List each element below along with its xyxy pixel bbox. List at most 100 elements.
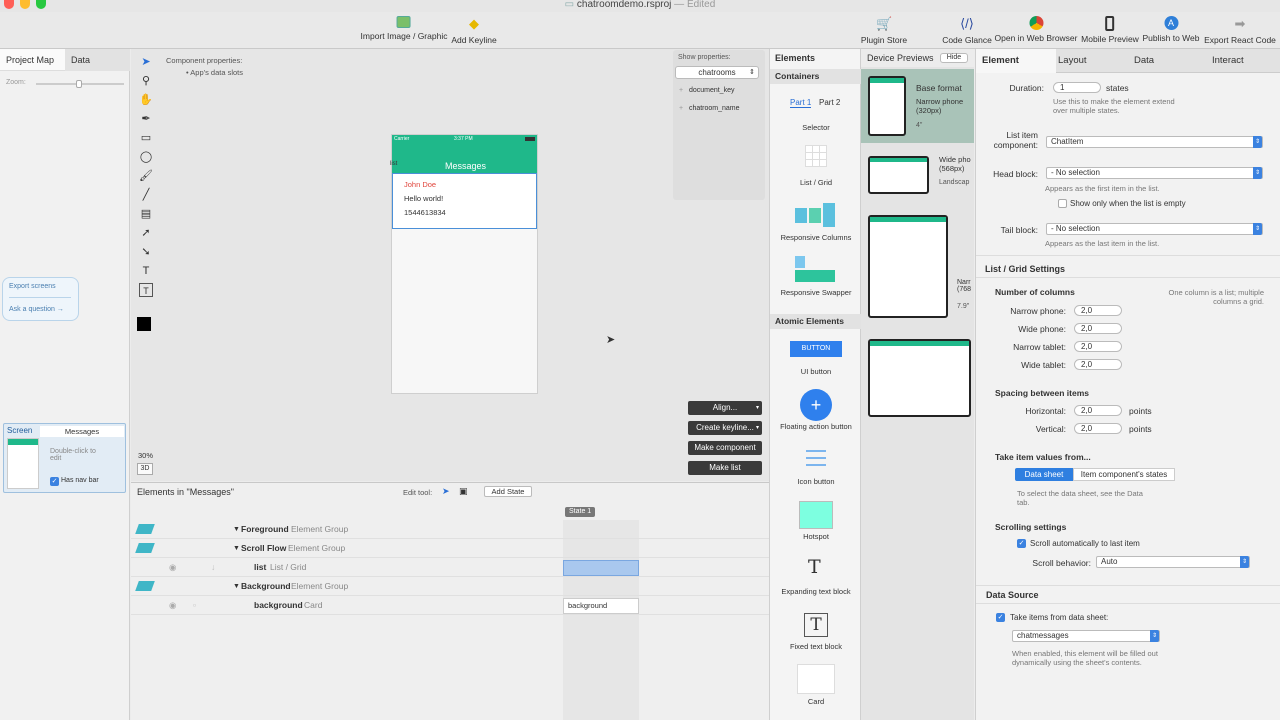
film-icon[interactable]: ▣: [459, 486, 468, 497]
list-item-chat[interactable]: John Doe Hello world! 1544613834: [392, 173, 537, 229]
foreground-color-swatch[interactable]: [137, 317, 151, 331]
fixed-text-element[interactable]: Fixed text block: [770, 642, 862, 651]
menu-icon[interactable]: [806, 450, 826, 466]
scroll-behavior-select[interactable]: Auto ⇕: [1096, 556, 1250, 568]
disclosure-icon[interactable]: ▼: [233, 520, 240, 539]
export-react-button[interactable]: ➡ Export React Code: [1204, 16, 1276, 45]
layer-row[interactable]: ▼ Scroll Flow Element Group: [131, 539, 769, 558]
eye-icon[interactable]: ◉: [169, 596, 176, 615]
base-format-preview[interactable]: Base format Narrow phone (320px) 4": [861, 69, 974, 143]
sheet-select[interactable]: chatrooms ⇕: [675, 66, 759, 79]
disclosure-icon[interactable]: ▼: [233, 577, 240, 596]
ellipse-tool-icon[interactable]: ◯: [139, 150, 153, 164]
tail-block-select[interactable]: - No selection ⇕: [1046, 223, 1263, 235]
make-component-button[interactable]: Make component: [688, 441, 762, 455]
3d-toggle[interactable]: 3D: [137, 463, 153, 475]
expanding-text-element[interactable]: Expanding text block: [770, 587, 862, 596]
data-sheet-segment[interactable]: Data sheet: [1015, 468, 1073, 481]
text-tool-icon[interactable]: T: [139, 264, 153, 278]
zoom-window-button[interactable]: [36, 0, 46, 9]
code-glance-button[interactable]: ⟨/⟩ Code Glance: [942, 16, 992, 45]
field-row[interactable]: + chatroom_name: [679, 105, 740, 112]
card-element[interactable]: Card: [770, 697, 862, 706]
horizontal-stepper[interactable]: 2,0: [1074, 405, 1122, 416]
layer-row[interactable]: ◉ ↓ list List / Grid: [131, 558, 769, 577]
disclosure-icon[interactable]: ▼: [233, 539, 240, 558]
head-block-select[interactable]: - No selection ⇕: [1046, 167, 1263, 179]
import-image-button[interactable]: Import Image / Graphic: [361, 16, 447, 41]
narrow-tablet-stepper[interactable]: 2,0: [1074, 341, 1122, 352]
arrow-down-icon[interactable]: ↓: [211, 558, 215, 577]
ask-question-link[interactable]: Ask a question →: [9, 306, 64, 313]
wide-phone-preview[interactable]: [868, 156, 929, 194]
wide-tablet-preview[interactable]: [868, 339, 971, 417]
fixed-text-tool-icon[interactable]: T: [139, 283, 153, 297]
line-tool-icon[interactable]: ╱: [139, 188, 153, 202]
hotspot-icon[interactable]: [799, 501, 833, 529]
sheet-select[interactable]: chatmessages ⇕: [1012, 630, 1160, 642]
make-list-button[interactable]: Make list: [688, 461, 762, 475]
tab-data[interactable]: Data: [65, 49, 130, 71]
pen-tool-icon[interactable]: ✒: [139, 112, 153, 126]
plugin-store-button[interactable]: 🛒 Plugin Store: [861, 16, 907, 45]
wide-tablet-stepper[interactable]: 2,0: [1074, 359, 1122, 370]
selector-element[interactable]: Selector: [770, 123, 862, 132]
wide-phone-stepper[interactable]: 2,0: [1074, 323, 1122, 334]
open-web-browser-button[interactable]: Open in Web Browser: [995, 16, 1078, 43]
select-plus-tool-icon[interactable]: ➚: [139, 226, 153, 240]
icon-button-element[interactable]: Icon button: [770, 477, 862, 486]
duration-stepper[interactable]: 1: [1053, 82, 1101, 93]
has-nav-bar-checkbox[interactable]: ✓: [50, 477, 59, 486]
zoom-slider-thumb[interactable]: [76, 80, 82, 88]
only-empty-checkbox[interactable]: [1058, 199, 1067, 208]
responsive-swapper-element[interactable]: Responsive Swapper: [770, 288, 862, 297]
hide-button[interactable]: Hide: [940, 53, 968, 63]
hand-tool-icon[interactable]: ✋: [139, 93, 153, 107]
responsive-columns-element[interactable]: Responsive Columns: [770, 233, 862, 242]
mobile-preview-button[interactable]: Mobile Preview: [1081, 16, 1139, 44]
take-items-checkbox[interactable]: ✓: [996, 613, 1005, 622]
tab-layout[interactable]: Layout: [1058, 49, 1087, 73]
pointer-icon[interactable]: ➤: [442, 486, 450, 497]
background-chip[interactable]: background: [563, 598, 639, 614]
fab-plus-icon[interactable]: +: [800, 389, 832, 421]
state-label[interactable]: State 1: [565, 507, 596, 517]
responsive-swapper-icon[interactable]: [795, 256, 837, 284]
ui-button-element[interactable]: UI button: [770, 367, 862, 376]
eye-icon[interactable]: ◉: [169, 558, 176, 577]
card-icon[interactable]: [797, 664, 835, 694]
tab-part2[interactable]: Part 2: [819, 98, 840, 107]
ui-button-preview[interactable]: BUTTON: [790, 341, 842, 357]
hotspot-element[interactable]: Hotspot: [770, 532, 862, 541]
responsive-columns-icon[interactable]: [795, 203, 837, 227]
screen-name-field[interactable]: Messages: [40, 426, 124, 437]
layer-row[interactable]: ◉ ▫ background Card background: [131, 596, 769, 615]
item-states-segment[interactable]: Item component's states: [1073, 468, 1175, 481]
create-keyline-button[interactable]: Create keyline... ▾: [688, 421, 762, 435]
tab-interact[interactable]: Interact: [1212, 49, 1244, 73]
eyedropper-tool-icon[interactable]: ⚲: [139, 74, 153, 88]
list-state-block[interactable]: [563, 560, 639, 576]
layer-row[interactable]: ▼ Background Element Group: [131, 577, 769, 596]
minimize-window-button[interactable]: [20, 0, 30, 9]
add-keyline-button[interactable]: ◆ Add Keyline: [451, 16, 496, 45]
export-screens-link[interactable]: Export screens: [9, 283, 56, 290]
narrow-tablet-preview[interactable]: [868, 215, 948, 318]
add-state-button[interactable]: Add State: [484, 486, 532, 497]
lock-icon[interactable]: ▫: [193, 596, 196, 615]
expanding-text-icon[interactable]: T: [808, 556, 821, 578]
narrow-phone-stepper[interactable]: 2,0: [1074, 305, 1122, 316]
screen-thumbnail[interactable]: [7, 438, 39, 489]
list-grid-element[interactable]: List / Grid: [770, 178, 862, 187]
phone-artboard[interactable]: Carrier 3:37 PM Messages list John Doe H…: [390, 134, 538, 394]
fixed-text-icon[interactable]: T: [804, 613, 828, 637]
tab-data[interactable]: Data: [1134, 49, 1154, 73]
gradient-tool-icon[interactable]: ▤: [139, 207, 153, 221]
publish-web-button[interactable]: A Publish to Web: [1142, 16, 1200, 43]
pointer-tool-icon[interactable]: ➤: [139, 55, 153, 69]
tab-project-map[interactable]: Project Map: [0, 49, 65, 71]
grid-icon[interactable]: [805, 145, 827, 167]
vertical-stepper[interactable]: 2,0: [1074, 423, 1122, 434]
zoom-slider[interactable]: [36, 80, 124, 88]
tab-element[interactable]: Element: [976, 49, 1056, 73]
